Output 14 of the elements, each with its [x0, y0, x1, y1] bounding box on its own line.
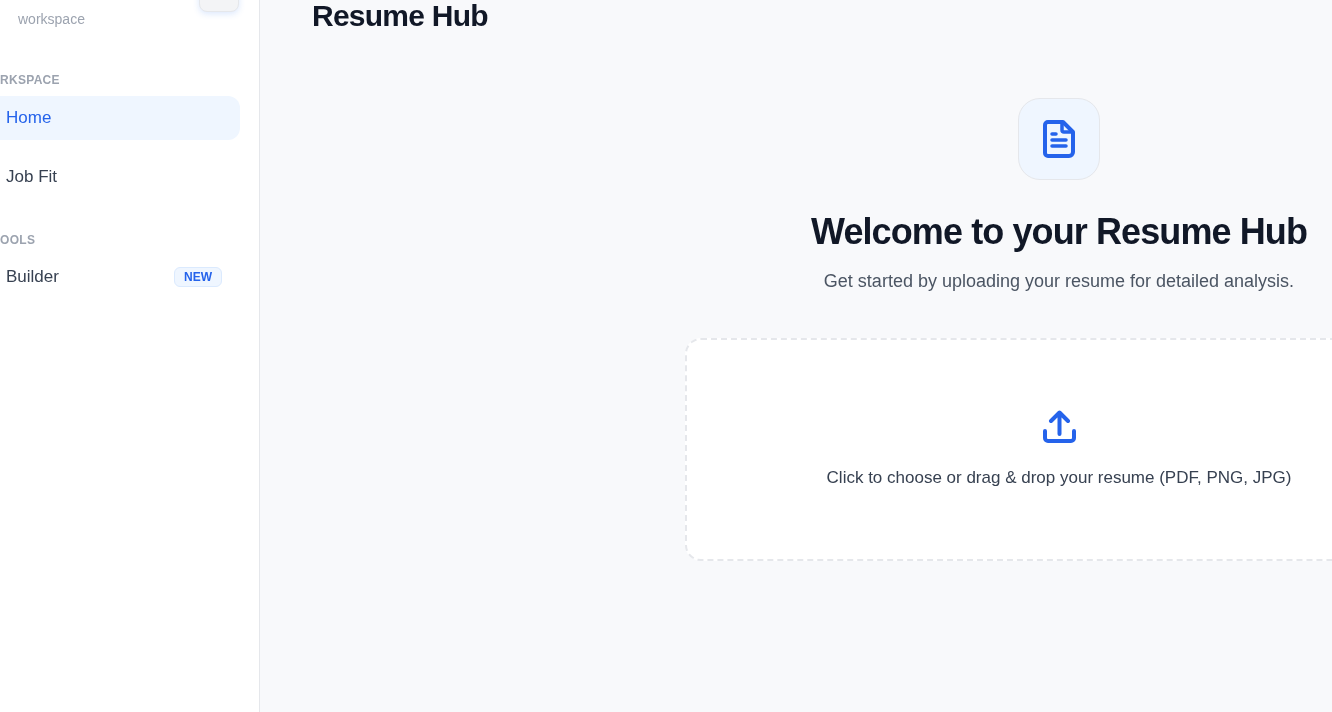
- new-badge: NEW: [174, 267, 222, 287]
- document-icon: [1043, 120, 1075, 158]
- page-title: Resume Hub: [312, 0, 488, 32]
- welcome-heading: Welcome to your Resume Hub: [810, 212, 1307, 252]
- section-label: RKSPACE: [0, 72, 60, 88]
- upload-icon: [1041, 409, 1077, 444]
- dropzone-text: Click to choose or drag & drop your resume (PDF, PNG, JPG): [826, 466, 1292, 489]
- welcome-subtitle: Get started by uploading your resume for detailed analysis.: [823, 270, 1295, 293]
- upload-dropzone[interactable]: Click to choose or drag & drop your resume (PDF, PNG, JPG): [685, 338, 1332, 561]
- section-label: OOLS: [0, 232, 36, 248]
- nav-item[interactable]: Job Fit: [0, 155, 240, 199]
- nav-item[interactable]: Home: [0, 96, 240, 140]
- nav-item[interactable]: Builder NEW: [0, 255, 240, 299]
- workspace-subtitle: workspace: [18, 11, 85, 27]
